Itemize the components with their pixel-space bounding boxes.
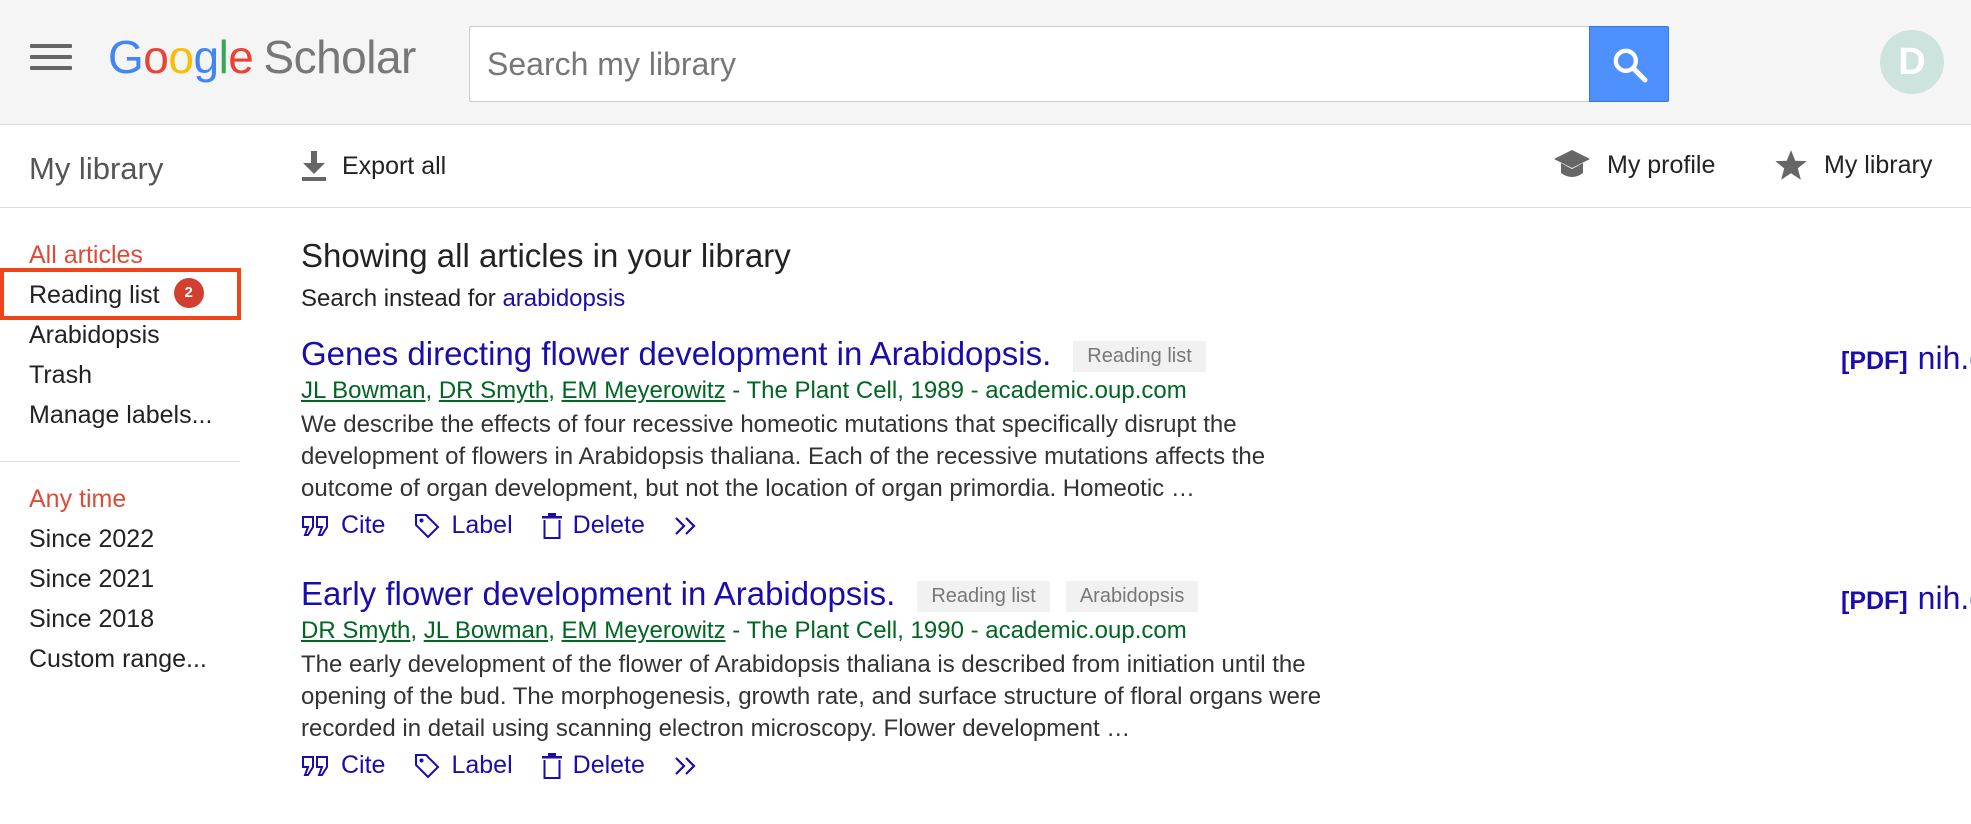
export-all-label: Export all: [342, 151, 447, 180]
search-instead: Search instead for arabidopsis: [301, 285, 1721, 313]
sidebar-item-manage-labels[interactable]: Manage labels...: [29, 398, 269, 438]
trash-icon: [541, 512, 562, 539]
author-link[interactable]: JL Bowman: [424, 617, 549, 644]
search-instead-prefix: Search instead for: [301, 285, 496, 312]
export-all-button[interactable]: Export all: [300, 150, 446, 182]
result-actions: Cite Label Delete: [301, 751, 1721, 780]
result-item: Early flower development in Arabidopsis.…: [301, 575, 1721, 780]
search-button[interactable]: [1589, 26, 1669, 102]
result-snippet: We describe the effects of four recessiv…: [301, 411, 1266, 502]
google-scholar-logo[interactable]: Google Scholar: [108, 30, 416, 84]
delete-button[interactable]: Delete: [541, 511, 645, 540]
page-title: My library: [29, 151, 164, 186]
reading-list-highlight-box: [0, 268, 241, 320]
search-input[interactable]: [470, 27, 1590, 101]
result-source: - The Plant Cell, 1989 - academic.oup.co…: [725, 377, 1187, 404]
search-icon: [1613, 48, 1648, 83]
library-toolbar: My library Export all My profile My libr…: [0, 126, 1971, 208]
author-link[interactable]: EM Meyerowitz: [562, 617, 726, 644]
main-content: Showing all articles in your library Sea…: [301, 235, 1971, 779]
quote-icon: [302, 755, 328, 776]
result-authors: JL Bowman, DR Smyth, EM Meyerowitz - The…: [301, 377, 1187, 404]
more-button[interactable]: [673, 755, 713, 777]
search-box: [469, 26, 1591, 102]
quote-icon: [302, 515, 328, 536]
my-library-button[interactable]: My library: [1774, 148, 1932, 182]
top-header: GoogleScholar D: [0, 0, 1971, 125]
delete-label: Delete: [572, 751, 645, 779]
download-icon: [302, 151, 326, 181]
time-filter-since-2022[interactable]: Since 2022: [29, 522, 269, 562]
my-library-label: My library: [1824, 150, 1933, 179]
tag-icon: [415, 753, 440, 778]
result-title-link[interactable]: Early flower development in Arabidopsis.: [301, 575, 895, 613]
star-icon: [1775, 150, 1807, 180]
my-profile-button[interactable]: My profile: [1553, 148, 1715, 182]
label-button[interactable]: Label: [413, 751, 513, 780]
cite-button[interactable]: Cite: [301, 511, 385, 540]
trash-icon: [541, 752, 562, 779]
pdf-link[interactable]: [PDF] nih.gov: [1841, 580, 1971, 617]
time-filter-heading[interactable]: Any time: [29, 482, 269, 522]
time-filter-since-2018[interactable]: Since 2018: [29, 602, 269, 642]
time-filter-custom-range[interactable]: Custom range...: [29, 642, 269, 682]
double-chevron-right-icon: [675, 516, 696, 535]
time-filter-since-2021[interactable]: Since 2021: [29, 562, 269, 602]
result-item: Genes directing flower development in Ar…: [301, 335, 1721, 540]
result-tag[interactable]: Arabidopsis: [1065, 580, 1199, 612]
pdf-tag: [PDF]: [1841, 347, 1908, 375]
author-link[interactable]: EM Meyerowitz: [562, 377, 726, 404]
result-authors: DR Smyth, JL Bowman, EM Meyerowitz - The…: [301, 617, 1187, 644]
label-label: Label: [451, 751, 513, 779]
double-chevron-right-icon: [675, 756, 696, 775]
result-tag[interactable]: Reading list: [1073, 340, 1206, 372]
sidebar-divider: [0, 461, 240, 462]
hamburger-menu-icon[interactable]: [30, 44, 72, 74]
delete-button[interactable]: Delete: [541, 751, 645, 780]
author-link[interactable]: JL Bowman: [301, 377, 426, 404]
more-button[interactable]: [673, 515, 713, 537]
account-avatar[interactable]: D: [1880, 30, 1944, 94]
results-heading: Showing all articles in your library: [301, 237, 791, 274]
result-tag[interactable]: Reading list: [917, 580, 1050, 612]
my-profile-label: My profile: [1607, 150, 1716, 179]
search-instead-link[interactable]: arabidopsis: [502, 285, 625, 312]
pdf-tag: [PDF]: [1841, 587, 1908, 615]
pdf-source: nih.gov: [1917, 580, 1971, 616]
cite-label: Cite: [341, 511, 386, 539]
author-link[interactable]: DR Smyth: [301, 617, 410, 644]
result-snippet: The early development of the flower of A…: [301, 651, 1322, 742]
pdf-link[interactable]: [PDF] nih.gov: [1841, 340, 1971, 377]
tag-icon: [415, 513, 440, 538]
cite-button[interactable]: Cite: [301, 751, 385, 780]
sidebar-item-trash[interactable]: Trash: [29, 358, 269, 398]
label-button[interactable]: Label: [413, 511, 513, 540]
author-link[interactable]: DR Smyth: [439, 377, 548, 404]
result-title-link[interactable]: Genes directing flower development in Ar…: [301, 335, 1051, 373]
label-label: Label: [451, 511, 513, 539]
graduation-cap-icon: [1554, 150, 1590, 177]
sidebar-item-arabidopsis[interactable]: Arabidopsis: [29, 318, 269, 358]
delete-label: Delete: [572, 511, 645, 539]
pdf-source: nih.gov: [1917, 340, 1971, 376]
cite-label: Cite: [341, 751, 386, 779]
result-source: - The Plant Cell, 1990 - academic.oup.co…: [725, 617, 1187, 644]
result-actions: Cite Label Delete: [301, 511, 1721, 540]
